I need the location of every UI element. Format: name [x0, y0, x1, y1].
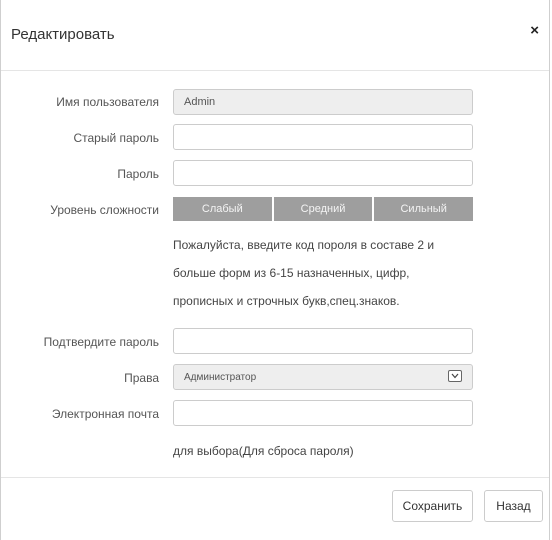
- rights-select-value: Администратор: [184, 371, 257, 383]
- password-label: Пароль: [117, 167, 159, 181]
- dialog-header: Редактировать ×: [1, 0, 549, 71]
- footer-divider: [1, 477, 549, 478]
- edit-user-dialog: Редактировать × Имя пользователя Старый …: [0, 0, 550, 540]
- email-hint: для выбора(Для сброса пароля): [173, 444, 354, 458]
- password-hint-line-2: больше форм из 6-15 назначенных, цифр,: [173, 266, 410, 280]
- password-hint-line-3: прописных и строчных букв,спец.знаков.: [173, 294, 400, 308]
- save-button[interactable]: Сохранить: [392, 490, 473, 522]
- confirm-password-label: Подтвердите пароль: [43, 335, 159, 349]
- old-password-field[interactable]: [173, 124, 473, 150]
- password-field[interactable]: [173, 160, 473, 186]
- strength-weak: Слабый: [173, 197, 272, 221]
- back-button[interactable]: Назад: [484, 490, 543, 522]
- close-icon[interactable]: ×: [530, 23, 539, 39]
- strength-strong: Сильный: [374, 197, 474, 221]
- strength-meter: Слабый Средний Сильный: [173, 197, 474, 221]
- password-hint-line-1: Пожалуйста, введите код пороля в составе…: [173, 238, 435, 252]
- dialog-title: Редактировать: [11, 26, 115, 43]
- chevron-down-icon[interactable]: [448, 370, 462, 382]
- old-password-label: Старый пароль: [73, 131, 159, 145]
- strength-medium: Средний: [273, 197, 373, 221]
- username-field[interactable]: [173, 89, 473, 115]
- email-label: Электронная почта: [51, 407, 159, 421]
- strength-label: Уровень сложности: [50, 203, 159, 217]
- rights-label: Права: [124, 371, 159, 385]
- username-label: Имя пользователя: [56, 95, 159, 109]
- rights-select[interactable]: Администратор: [173, 364, 473, 390]
- confirm-password-field[interactable]: [173, 328, 473, 354]
- email-field[interactable]: [173, 400, 473, 426]
